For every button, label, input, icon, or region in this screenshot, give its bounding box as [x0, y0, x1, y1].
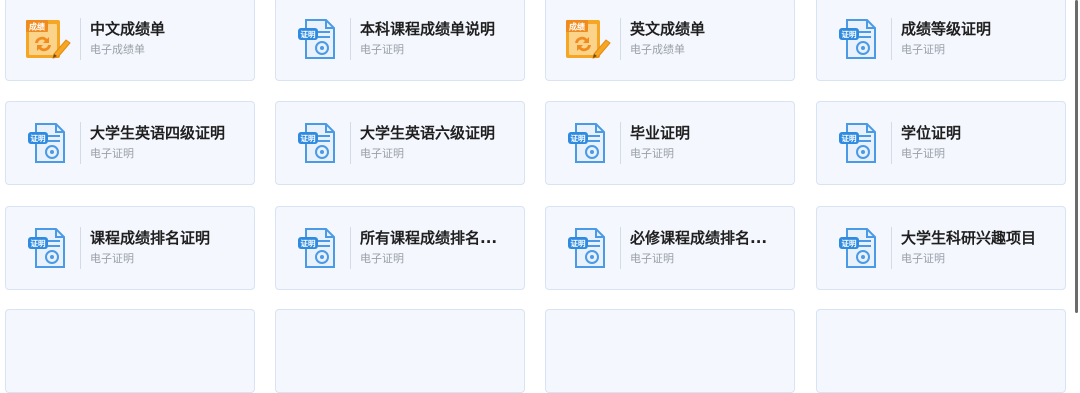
- card-cet6-certificate[interactable]: 证明 大学生英语六级证明 电子证明: [275, 101, 525, 185]
- card-degree-certificate[interactable]: 证明 学位证明 电子证明: [816, 101, 1066, 185]
- card-divider: [891, 122, 892, 164]
- card-grade-level-certificate[interactable]: 证明 成绩等级证明 电子证明: [816, 0, 1066, 81]
- card-divider: [350, 18, 351, 60]
- card-title: 中文成绩单: [90, 20, 166, 38]
- card-cet4-certificate[interactable]: 证明 大学生英语四级证明 电子证明: [5, 101, 255, 185]
- transcript-tag: 成绩: [569, 22, 585, 32]
- card-title: 必修课程成绩排名...: [630, 229, 768, 247]
- card-subtitle: 电子证明: [630, 147, 674, 160]
- certificate-icon: 证明: [294, 16, 344, 62]
- scrollbar-thumb[interactable]: [1075, 0, 1078, 313]
- card-partial[interactable]: [816, 309, 1066, 393]
- card-subtitle: 电子成绩单: [630, 43, 685, 56]
- certificate-icon: 证明: [24, 225, 74, 271]
- certificate-tag: 证明: [31, 133, 46, 143]
- certificate-tag: 证明: [842, 29, 857, 39]
- certificate-tag: 证明: [301, 133, 316, 143]
- card-subtitle: 电子证明: [90, 252, 134, 265]
- transcript-icon: 成绩: [564, 16, 614, 62]
- card-divider: [620, 227, 621, 269]
- vertical-scrollbar[interactable]: [1070, 0, 1080, 313]
- card-divider: [891, 227, 892, 269]
- card-title: 学位证明: [901, 124, 962, 142]
- certificate-icon: 证明: [294, 225, 344, 271]
- card-title: 毕业证明: [630, 124, 691, 142]
- transcript-tag: 成绩: [29, 22, 45, 32]
- card-divider: [80, 227, 81, 269]
- card-subtitle: 电子证明: [360, 147, 404, 160]
- certificate-tag: 证明: [301, 238, 316, 248]
- certificate-tag: 证明: [301, 29, 316, 39]
- card-subtitle: 电子证明: [360, 252, 404, 265]
- certificate-icon: 证明: [835, 16, 885, 62]
- document-grid: 成绩 中文成绩单 电子成绩单 证明 本科课程成绩单说明 电子证明 成绩 英文成绩…: [5, 0, 1067, 393]
- card-partial[interactable]: [545, 309, 795, 393]
- card-subtitle: 电子证明: [90, 147, 134, 160]
- card-subtitle: 电子证明: [630, 252, 674, 265]
- card-title: 英文成绩单: [630, 20, 706, 38]
- card-chinese-transcript[interactable]: 成绩 中文成绩单 电子成绩单: [5, 0, 255, 81]
- card-subtitle: 电子证明: [901, 147, 945, 160]
- card-divider: [350, 122, 351, 164]
- card-required-courses-ranking[interactable]: 证明 必修课程成绩排名... 电子证明: [545, 206, 795, 290]
- card-title: 本科课程成绩单说明: [360, 20, 496, 38]
- certificate-icon: 证明: [835, 225, 885, 271]
- card-divider: [80, 18, 81, 60]
- card-divider: [620, 18, 621, 60]
- card-graduation-certificate[interactable]: 证明 毕业证明 电子证明: [545, 101, 795, 185]
- certificate-tag: 证明: [571, 133, 586, 143]
- card-partial[interactable]: [5, 309, 255, 393]
- certificate-icon: 证明: [564, 225, 614, 271]
- card-divider: [620, 122, 621, 164]
- card-title: 大学生英语四级证明: [90, 124, 226, 142]
- card-research-interest-project[interactable]: 证明 大学生科研兴趣项目 电子证明: [816, 206, 1066, 290]
- certificate-icon: 证明: [24, 120, 74, 166]
- certificate-icon: 证明: [835, 120, 885, 166]
- card-subtitle: 电子证明: [901, 252, 945, 265]
- certificate-tag: 证明: [842, 238, 857, 248]
- certificate-tag: 证明: [842, 133, 857, 143]
- card-divider: [350, 227, 351, 269]
- card-title: 大学生英语六级证明: [360, 124, 496, 142]
- card-english-transcript[interactable]: 成绩 英文成绩单 电子成绩单: [545, 0, 795, 81]
- card-title: 课程成绩排名证明: [90, 229, 211, 247]
- card-course-ranking-certificate[interactable]: 证明 课程成绩排名证明 电子证明: [5, 206, 255, 290]
- certificate-icon: 证明: [564, 120, 614, 166]
- card-subtitle: 电子证明: [360, 43, 404, 56]
- card-partial[interactable]: [275, 309, 525, 393]
- card-subtitle: 电子成绩单: [90, 43, 145, 56]
- card-divider: [80, 122, 81, 164]
- card-title: 所有课程成绩排名...: [360, 229, 498, 247]
- card-divider: [891, 18, 892, 60]
- certificate-icon: 证明: [294, 120, 344, 166]
- card-title: 成绩等级证明: [901, 20, 992, 38]
- certificate-tag: 证明: [571, 238, 586, 248]
- card-subtitle: 电子证明: [901, 43, 945, 56]
- transcript-icon: 成绩: [24, 16, 74, 62]
- card-course-transcript-explanation[interactable]: 证明 本科课程成绩单说明 电子证明: [275, 0, 525, 81]
- card-title: 大学生科研兴趣项目: [901, 229, 1037, 247]
- certificate-tag: 证明: [31, 238, 46, 248]
- card-all-courses-ranking[interactable]: 证明 所有课程成绩排名... 电子证明: [275, 206, 525, 290]
